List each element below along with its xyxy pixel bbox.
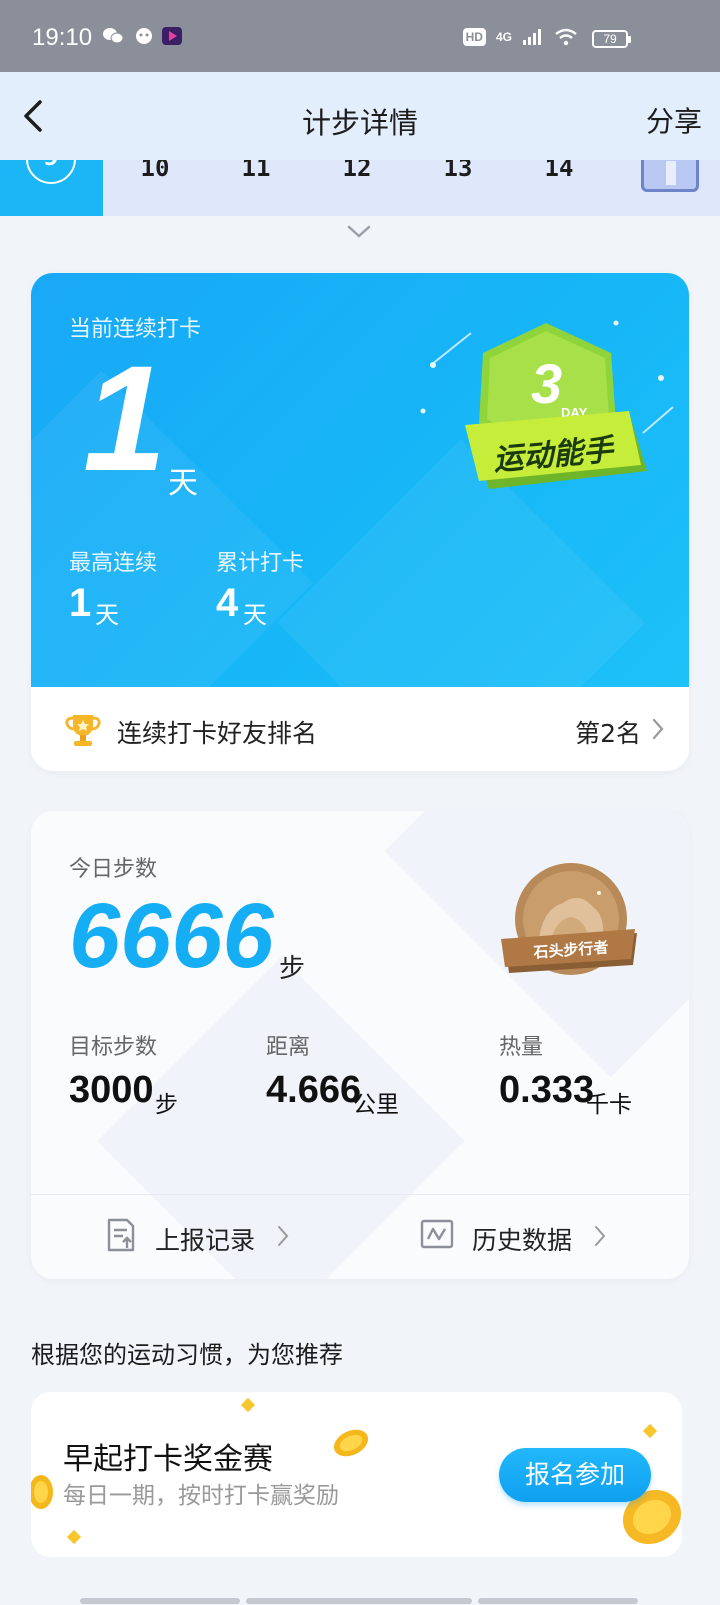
today-steps-unit: 步 (279, 954, 306, 984)
date-item[interactable]: 12 (327, 160, 387, 182)
status-time: 19:10 (32, 24, 93, 51)
total-checkin-value: 4 (216, 581, 239, 625)
recommend-card-subtitle: 每日一期，按时打卡赢奖励 (63, 1483, 339, 1509)
friend-rank-label: 连续打卡好友排名 (117, 719, 318, 748)
best-streak-unit: 天 (95, 601, 119, 629)
home-indicator (80, 1598, 240, 1604)
recommend-card-title: 早起打卡奖金赛 (63, 1442, 273, 1477)
background-shape (31, 370, 314, 687)
report-record-button[interactable]: 上报记录 (155, 1221, 255, 1257)
coin-icon (31, 1475, 53, 1509)
app-icon (136, 28, 152, 44)
hd-indicator: HD (462, 28, 486, 46)
coin-icon (333, 1429, 369, 1457)
date-today-label: 9 (26, 160, 76, 184)
streak-panel: 当前连续打卡 1 天 最高连续 累计打卡 1 天 4 天 3 DAY 运动能手 (31, 273, 689, 687)
total-checkin-unit: 天 (243, 601, 267, 629)
join-button[interactable]: 报名参加 (499, 1448, 651, 1502)
today-steps-label: 今日步数 (69, 857, 158, 882)
report-record-icon[interactable] (105, 1218, 137, 1252)
target-steps-value: 3000 (69, 1069, 154, 1111)
wifi-icon (555, 28, 577, 46)
home-indicator (246, 1598, 472, 1604)
wechat-icon (103, 28, 124, 44)
early-checkin-card[interactable]: 早起打卡奖金赛 每日一期，按时打卡赢奖励 报名参加 (31, 1392, 682, 1557)
target-steps-unit: 步 (155, 1092, 178, 1118)
sparkle-icon (240, 1397, 256, 1413)
chevron-right-icon (652, 718, 664, 740)
chevron-right-icon (278, 1226, 289, 1246)
best-streak-value: 1 (69, 581, 92, 625)
total-checkin-label: 累计打卡 (216, 551, 305, 576)
recommend-heading: 根据您的运动习惯，为您推荐 (31, 1341, 343, 1369)
steps-card: 今日步数 6666 步 石头步行者 目标步数 3000 步 距离 4.666 公… (31, 811, 689, 1279)
trophy-icon (65, 715, 101, 746)
chevron-right-icon (595, 1226, 606, 1246)
3day-badge-icon[interactable]: 3 DAY 运动能手 (411, 303, 681, 503)
nav-header: 计步详情 分享 (0, 72, 720, 160)
friend-rank-row[interactable]: 连续打卡好友排名 第2名 (31, 687, 689, 771)
distance-value: 4.666 (266, 1069, 362, 1111)
best-streak-label: 最高连续 (69, 551, 158, 576)
video-app-icon (162, 27, 182, 45)
page-title: 计步详情 (301, 106, 418, 140)
date-today[interactable]: 9 (0, 160, 103, 216)
sparkle-icon (642, 1423, 658, 1439)
current-streak-unit: 天 (168, 466, 198, 501)
status-bar: 19:10 HD 4G 79 (0, 0, 720, 72)
target-steps-label: 目标步数 (69, 1035, 158, 1060)
chevron-down-icon[interactable] (346, 224, 372, 240)
badge-number: 3 (531, 352, 562, 415)
gift-box-icon[interactable] (641, 160, 699, 192)
sparkle-icon (66, 1529, 82, 1545)
network-type: 4G (495, 30, 512, 44)
calories-label: 热量 (499, 1035, 544, 1060)
date-item[interactable]: 13 (428, 160, 488, 182)
share-button[interactable]: 分享 (646, 100, 702, 140)
today-steps-value: 6666 (69, 885, 274, 987)
home-indicator (478, 1598, 638, 1604)
date-strip: 9 10 11 12 13 14 (0, 160, 720, 216)
streak-card: 当前连续打卡 1 天 最高连续 累计打卡 1 天 4 天 3 DAY 运动能手 (31, 273, 689, 771)
divider (31, 1194, 689, 1195)
date-item[interactable]: 10 (125, 160, 185, 182)
signal-icon (523, 29, 541, 45)
history-data-button[interactable]: 历史数据 (472, 1221, 572, 1257)
date-item[interactable]: 11 (226, 160, 286, 182)
distance-unit: 公里 (353, 1092, 399, 1118)
stone-walker-medal-icon[interactable]: 石头步行者 (501, 861, 641, 991)
current-streak-value: 1 (83, 334, 167, 502)
history-data-icon[interactable] (420, 1219, 454, 1249)
calories-value: 0.333 (499, 1069, 595, 1111)
date-item[interactable]: 14 (529, 160, 589, 182)
distance-label: 距离 (266, 1035, 311, 1060)
friend-rank-value: 第2名 (575, 719, 641, 748)
calories-unit: 千卡 (586, 1092, 632, 1118)
battery-indicator: 79 (592, 30, 631, 48)
